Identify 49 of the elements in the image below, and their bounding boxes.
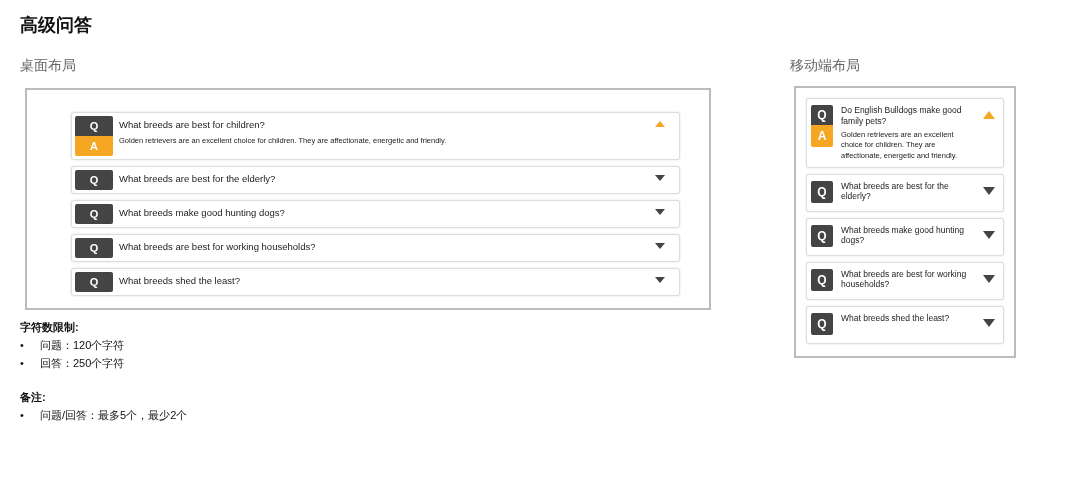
question-text: What breeds shed the least? [841, 312, 951, 324]
question-text: Do English Bulldogs make good family pets? [841, 105, 963, 127]
question-text: What breeds make good hunting dogs? [119, 207, 286, 219]
faq-item[interactable]: Q What breeds are best for the elderly? [71, 166, 680, 194]
answer-badge: A [811, 125, 833, 147]
faq-item[interactable]: Q What breeds are best for working households? [71, 234, 680, 262]
question-badge: Q [811, 105, 833, 125]
note-text: 回答：250个字符 [40, 356, 125, 371]
question-badge: Q [811, 312, 833, 335]
question-badge: Q [75, 170, 113, 190]
section-heading: 移动端布局 [790, 56, 861, 74]
question-text: What breeds make good hunting dogs? [841, 224, 965, 246]
expand-caret-icon[interactable] [983, 274, 995, 283]
notes-heading: 备注: [20, 390, 47, 405]
note-text: 问题：120个字符 [40, 338, 125, 353]
faq-item[interactable]: Q What breeds shed the least? [71, 268, 680, 296]
bullet-icon: • [20, 336, 40, 354]
expand-caret-icon[interactable] [983, 186, 995, 195]
expand-caret-icon[interactable] [655, 175, 665, 181]
question-badge: Q [811, 224, 833, 247]
question-badge: Q [75, 204, 113, 224]
section-heading: 桌面布局 [20, 56, 77, 74]
expand-caret-icon[interactable] [655, 277, 665, 283]
question-badge: Q [75, 272, 113, 292]
question-text: What breeds are best for the elderly? [119, 173, 277, 185]
notes-heading: 字符数限制: [20, 320, 80, 335]
question-text: What breeds shed the least? [119, 275, 241, 287]
question-text: What breeds are best for children? [119, 119, 266, 131]
faq-item[interactable]: Q What breeds make good hunting dogs? [71, 200, 680, 228]
faq-item[interactable]: Q What breeds make good hunting dogs? [806, 217, 1004, 256]
bullet-icon: • [20, 354, 40, 372]
bullet-icon: • [20, 406, 40, 424]
faq-item[interactable]: Q What breeds shed the least? [806, 305, 1004, 344]
question-badge: Q [75, 238, 113, 258]
question-badge: Q [75, 116, 113, 136]
expand-caret-icon[interactable] [655, 209, 665, 215]
page-title: 高级问答 [20, 14, 93, 37]
question-text: What breeds are best for working households? [841, 268, 968, 290]
question-text: What breeds are best for working households? [119, 241, 317, 253]
expand-caret-icon[interactable] [655, 243, 665, 249]
faq-item[interactable]: Q What breeds are best for the elderly? [806, 173, 1004, 212]
faq-item[interactable]: Q What breeds are best for working households? [806, 261, 1004, 300]
expand-caret-icon[interactable] [983, 318, 995, 327]
question-badge: Q [811, 268, 833, 291]
answer-badge: A [75, 136, 113, 156]
note-text: 问题/回答：最多5个，最少2个 [40, 408, 188, 423]
question-text: What breeds are best for the elderly? [841, 180, 950, 202]
question-badge: Q [811, 180, 833, 203]
expand-caret-icon[interactable] [983, 230, 995, 239]
